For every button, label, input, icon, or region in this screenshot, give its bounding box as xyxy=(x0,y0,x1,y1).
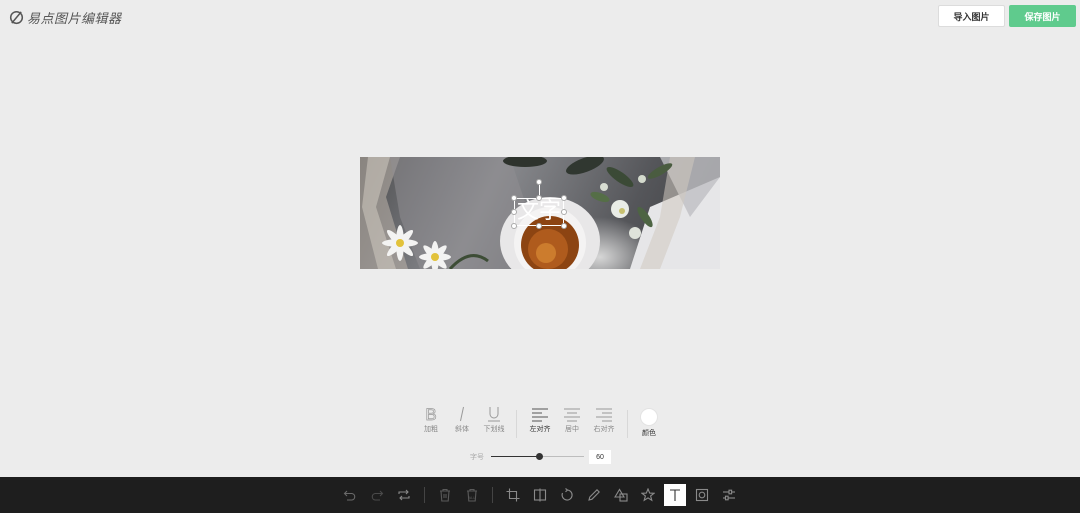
redo-button[interactable] xyxy=(366,484,388,506)
resize-handle-se[interactable] xyxy=(561,223,567,229)
text-button[interactable] xyxy=(664,484,686,506)
rotate-button[interactable] xyxy=(556,484,578,506)
text-layer-content[interactable]: 文字 xyxy=(515,199,563,225)
align-center-button[interactable]: 居中 xyxy=(557,406,587,434)
resize-handle-ne[interactable] xyxy=(561,195,567,201)
undo-icon xyxy=(343,490,356,501)
align-center-icon xyxy=(564,408,580,422)
resize-handle-nw[interactable] xyxy=(511,195,517,201)
crop-icon xyxy=(506,488,520,502)
font-size-label: 字号 xyxy=(470,454,484,461)
reset-button[interactable] xyxy=(393,484,415,506)
delete-all-icon: ALL xyxy=(467,488,477,502)
text-icon xyxy=(670,489,680,501)
bottom-toolbar: ALL xyxy=(0,477,1080,513)
app-logo: 易点图片编辑器 xyxy=(9,8,122,27)
shape-icon xyxy=(614,488,628,502)
align-left-button[interactable]: 左对齐 xyxy=(525,406,555,434)
flip-icon xyxy=(533,488,547,502)
mask-icon xyxy=(695,488,709,502)
undo-button[interactable] xyxy=(339,484,361,506)
text-color-picker[interactable] xyxy=(640,408,658,426)
app-title: 易点图片编辑器 xyxy=(27,12,122,27)
reset-icon xyxy=(398,489,410,501)
resize-handle-w[interactable] xyxy=(511,209,517,215)
draw-icon xyxy=(588,489,600,501)
align-center-label: 居中 xyxy=(565,426,579,433)
text-color-label: 颜色 xyxy=(642,430,656,437)
align-left-label: 左对齐 xyxy=(529,426,551,433)
sticker-button[interactable] xyxy=(637,484,659,506)
align-right-label: 右对齐 xyxy=(593,426,615,433)
italic-icon xyxy=(460,406,464,422)
italic-label: 斜体 xyxy=(455,426,469,433)
resize-handle-s[interactable] xyxy=(536,223,542,229)
align-right-button[interactable]: 右对齐 xyxy=(589,406,619,434)
filter-icon xyxy=(723,489,735,501)
resize-handle-n[interactable] xyxy=(536,195,542,201)
import-image-button[interactable]: 导入图片 xyxy=(938,5,1005,27)
draw-button[interactable] xyxy=(583,484,605,506)
align-right-icon xyxy=(596,408,612,422)
redo-icon xyxy=(371,490,384,501)
font-size-slider-thumb[interactable] xyxy=(536,453,543,460)
rotate-handle[interactable] xyxy=(536,179,542,185)
underline-icon xyxy=(488,407,500,422)
toolbar-divider xyxy=(492,487,493,503)
font-size-slider-fill xyxy=(491,456,539,457)
mask-button[interactable] xyxy=(691,484,713,506)
divider xyxy=(516,410,517,438)
rotate-icon xyxy=(561,488,573,501)
shape-button[interactable] xyxy=(610,484,632,506)
crop-button[interactable] xyxy=(502,484,524,506)
align-left-icon xyxy=(532,408,548,422)
delete-button[interactable] xyxy=(434,484,456,506)
bold-label: 加粗 xyxy=(424,426,438,433)
underline-label: 下划线 xyxy=(483,426,505,433)
italic-button[interactable]: 斜体 xyxy=(447,406,477,434)
flip-button[interactable] xyxy=(529,484,551,506)
resize-handle-sw[interactable] xyxy=(511,223,517,229)
star-icon xyxy=(641,488,655,502)
underline-button[interactable]: 下划线 xyxy=(479,406,509,434)
divider xyxy=(627,410,628,438)
toolbar-divider xyxy=(424,487,425,503)
bold-button[interactable]: B 加粗 xyxy=(416,406,446,434)
delete-all-button[interactable]: ALL xyxy=(461,484,483,506)
delete-icon xyxy=(440,488,450,502)
brand-logo-icon xyxy=(9,10,24,25)
text-layer[interactable]: 文字 xyxy=(514,198,564,226)
filter-button[interactable] xyxy=(718,484,740,506)
svg-text:ALL: ALL xyxy=(468,495,476,500)
svg-text:B: B xyxy=(425,406,436,422)
save-image-button[interactable]: 保存图片 xyxy=(1009,5,1076,27)
bold-icon: B xyxy=(425,406,437,422)
font-size-value[interactable]: 60 xyxy=(589,450,611,464)
resize-handle-e[interactable] xyxy=(561,209,567,215)
